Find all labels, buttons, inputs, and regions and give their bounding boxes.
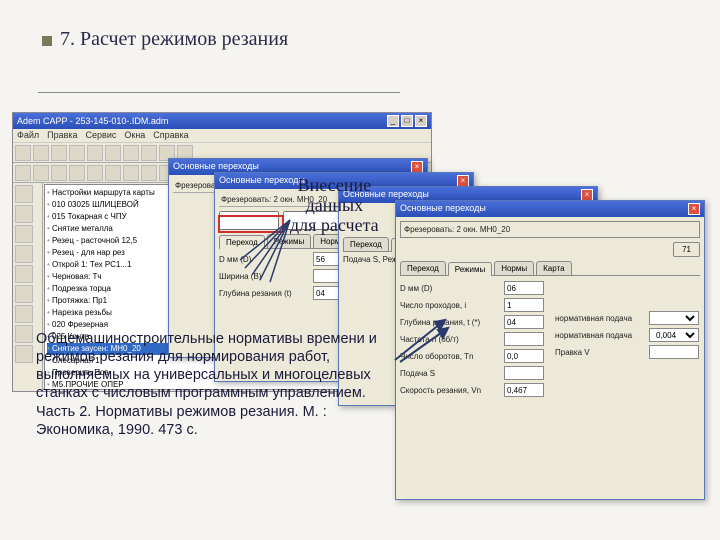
tb-save-icon[interactable]: [51, 145, 67, 161]
lt-icon[interactable]: [15, 225, 33, 243]
field-label: D мм (D): [400, 284, 500, 293]
menubar: Файл Правка Сервис Окна Справка: [13, 129, 431, 143]
tab-karta[interactable]: Карта: [536, 261, 571, 275]
dialog-4-title: Основные переходы: [400, 203, 486, 215]
menu-windows[interactable]: Окна: [124, 130, 145, 141]
tb-cut-icon[interactable]: [87, 145, 103, 161]
tb2-icon[interactable]: [51, 165, 67, 181]
lt-icon[interactable]: [15, 185, 33, 203]
dialog-4-titlebar: Основные переходы ×: [396, 201, 704, 217]
menu-file[interactable]: Файл: [17, 130, 39, 141]
field-input[interactable]: [504, 349, 544, 363]
minimize-button[interactable]: _: [387, 115, 399, 127]
tb-undo-icon[interactable]: [141, 145, 157, 161]
dlg4-op: Фрезеровать: 2 окн. МН0_20: [400, 221, 700, 238]
menu-help[interactable]: Справка: [153, 130, 188, 141]
field-label: Правка V: [555, 348, 645, 357]
tb-open-icon[interactable]: [33, 145, 49, 161]
annotation-data-entry: Внесение данных для расчета: [290, 176, 379, 235]
lt-icon[interactable]: [15, 325, 33, 343]
tb2-icon[interactable]: [105, 165, 121, 181]
field-input[interactable]: 0,004: [649, 328, 699, 342]
dlg4-btn-right[interactable]: 71: [673, 242, 700, 257]
lt-icon[interactable]: [15, 285, 33, 303]
field-input[interactable]: [504, 315, 544, 329]
tab-normy[interactable]: Нормы: [494, 261, 534, 275]
field-label: Скорость резания, Vn: [400, 386, 500, 395]
bullet-marker: [42, 36, 52, 46]
menu-edit[interactable]: Правка: [47, 130, 77, 141]
divider: [38, 92, 400, 93]
field-input[interactable]: [504, 281, 544, 295]
lt-icon[interactable]: [15, 205, 33, 223]
tb-paste-icon[interactable]: [123, 145, 139, 161]
tb2-icon[interactable]: [69, 165, 85, 181]
tb-new-icon[interactable]: [15, 145, 31, 161]
tab-perehod[interactable]: Переход: [343, 237, 389, 251]
field-input[interactable]: [504, 366, 544, 380]
field-input[interactable]: [649, 345, 699, 359]
close-button[interactable]: ×: [415, 115, 427, 127]
menu-service[interactable]: Сервис: [86, 130, 117, 141]
dlg4-right-col: нормативная подача нормативная подача 0,00…: [555, 278, 700, 400]
tb2-icon[interactable]: [141, 165, 157, 181]
tb2-icon[interactable]: [33, 165, 49, 181]
app-title: Adem CAPP - 253-145-010-.IDM.adm: [17, 116, 168, 126]
tb-copy-icon[interactable]: [105, 145, 121, 161]
tb2-icon[interactable]: [123, 165, 139, 181]
tab-perehod[interactable]: Переход: [400, 261, 446, 275]
lt-icon[interactable]: [15, 305, 33, 323]
lt-icon[interactable]: [15, 245, 33, 263]
app-titlebar: Adem CAPP - 253-145-010-.IDM.adm _ □ ×: [13, 113, 431, 129]
tab-rezhimy[interactable]: Режимы: [448, 262, 492, 276]
field-input[interactable]: [649, 311, 699, 325]
field-input[interactable]: [504, 383, 544, 397]
reference-text: Общемашиностроительные нормативы времени…: [36, 330, 406, 439]
maximize-button[interactable]: □: [401, 115, 413, 127]
field-label: нормативная подача: [555, 314, 645, 323]
field-label: Число проходов, i: [400, 301, 500, 310]
tb2-icon[interactable]: [15, 165, 31, 181]
field-input[interactable]: [504, 332, 544, 346]
tb-print-icon[interactable]: [69, 145, 85, 161]
window-buttons: _ □ ×: [387, 115, 427, 127]
field-label: нормативная подача: [555, 331, 645, 340]
lt-icon[interactable]: [15, 345, 33, 363]
close-icon[interactable]: ×: [688, 203, 700, 215]
tb2-icon[interactable]: [87, 165, 103, 181]
dlg4-tabs: Переход Режимы Нормы Карта: [400, 261, 700, 276]
field-input[interactable]: [504, 298, 544, 312]
slide-title: 7. Расчет режимов резания: [60, 28, 288, 51]
lt-icon[interactable]: [15, 265, 33, 283]
